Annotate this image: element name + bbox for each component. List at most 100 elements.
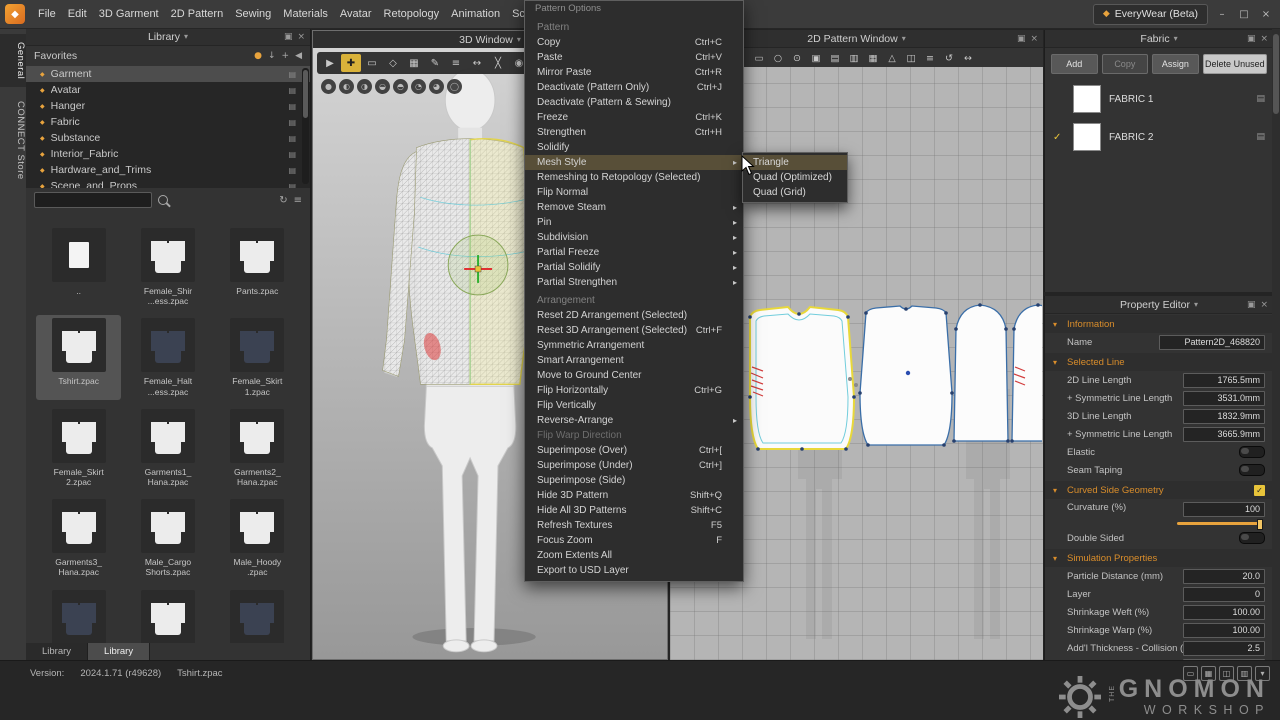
library-tree-item[interactable]: ◆ Hardware_and_Trims ▤ [26,162,310,178]
library-tree-item[interactable]: ◆ Interior_Fabric ▤ [26,146,310,162]
context-menu-item[interactable]: Reverse-Arrange ▸ [525,413,743,428]
context-menu-item[interactable]: Export to USD Layer ▸ [525,563,743,578]
item-options-icon[interactable]: ▤ [288,86,296,95]
library-item[interactable]: Male_Hoody .zpac [215,496,300,580]
menubar-item[interactable]: Edit [62,0,93,28]
view-mode-icon[interactable]: ◯ [447,79,462,94]
context-menu-item[interactable]: Strengthen Ctrl+H ▸ [525,125,743,140]
property-row[interactable]: Curvature (%) 100 ✓ [1045,499,1273,529]
back-icon[interactable]: ◀ [295,51,302,61]
context-menu-item[interactable]: Paste Ctrl+V ▸ [525,50,743,65]
item-options-icon[interactable]: ▤ [288,102,296,111]
property-row[interactable]: Name Pattern2D_468820 ✓ [1045,333,1273,351]
context-menu-item[interactable]: Superimpose (Under) Ctrl+] ▸ [525,458,743,473]
tool-icon[interactable]: ▤ [826,50,844,66]
pattern-piece-back[interactable] [858,306,954,447]
library-tree-item[interactable]: ◆ Garment ▤ [26,66,310,82]
item-options-icon[interactable]: ▤ [288,118,296,127]
library-item[interactable]: Female_Halt ...ess.zpac [125,315,210,399]
checkbox[interactable]: ✓ [1254,485,1265,496]
item-options-icon[interactable]: ▤ [288,150,296,159]
tool-icon[interactable]: ↔ [467,54,487,72]
tool-icon[interactable]: ◫ [902,50,920,66]
property-value[interactable]: 100.00 [1183,623,1265,638]
library-item[interactable]: .. [36,225,121,309]
tool-icon[interactable]: ⊙ [788,50,806,66]
download-icon[interactable]: ↓ [268,51,276,61]
library-item[interactable]: Garments2_ Hana.zpac [215,406,300,490]
context-menu-item[interactable]: Partial Freeze ▸ [525,245,743,260]
library-item[interactable]: Garments3_ Hana.zpac [36,496,121,580]
view-mode-icon[interactable]: ◓ [393,79,408,94]
context-menu-item[interactable]: Flip Vertically ▸ [525,398,743,413]
search-input[interactable] [34,192,152,208]
context-menu-item[interactable]: Focus Zoom F ▸ [525,533,743,548]
tool-icon[interactable]: ▶ [320,54,340,72]
library-tab[interactable]: Library [26,643,88,660]
context-menu-item[interactable]: Superimpose (Side) ▸ [525,473,743,488]
property-row[interactable]: + Symmetric Line Length 3665.9mm ✓ [1045,425,1273,443]
property-value[interactable]: 20.0 [1183,569,1265,584]
library-tree-item[interactable]: ◆ Hanger ▤ [26,98,310,114]
toggle[interactable] [1239,532,1265,544]
tool-icon[interactable]: ▥ [845,50,863,66]
view-mode-icon[interactable]: ◒ [375,79,390,94]
library-item[interactable]: Female_Skirt 1.zpac [215,315,300,399]
context-menu-item[interactable]: Hide 3D Pattern Shift+Q ▸ [525,488,743,503]
maximize-button[interactable]: □ [1236,9,1252,20]
property-row[interactable]: Simulation Properties ✓ [1045,549,1273,567]
context-menu-item[interactable]: Mirror Paste Ctrl+R ▸ [525,65,743,80]
context-menu-item[interactable]: Smart Arrangement ▸ [525,353,743,368]
view-mode-icon[interactable]: ◐ [339,79,354,94]
dock-icon[interactable]: ▣ [1017,34,1026,44]
property-row[interactable]: Particle Distance (mm) 20.0 ✓ [1045,567,1273,585]
view-mode-icon[interactable]: ◑ [357,79,372,94]
fabric-options-icon[interactable]: ▤ [1256,94,1265,104]
submenu-item[interactable]: Quad (Grid) [743,185,847,200]
property-row[interactable]: Shrinkage Warp (%) 100.00 ✓ [1045,621,1273,639]
library-item[interactable]: Garments1_ Hana.zpac [125,406,210,490]
tool-icon[interactable]: ↺ [940,50,958,66]
fabric-options-icon[interactable]: ▤ [1256,132,1265,142]
toggle[interactable] [1239,464,1265,476]
dock-icon[interactable]: ▣ [1247,300,1256,310]
context-menu-item[interactable]: Remeshing to Retopology (Selected) ▸ [525,170,743,185]
property-row[interactable]: Layer 0 ✓ [1045,585,1273,603]
view-mode-icon[interactable]: ◔ [411,79,426,94]
context-menu-item[interactable]: Hide All 3D Patterns Shift+C ▸ [525,503,743,518]
fabric-item[interactable]: ✓ FABRIC 2 ▤ [1045,118,1273,156]
property-value[interactable]: Pattern2D_468820 [1159,335,1265,350]
tool-icon[interactable]: ▦ [404,54,424,72]
library-item[interactable]: Male_Cargo Shorts.zpac [125,496,210,580]
tool-icon[interactable]: ▭ [362,54,382,72]
context-menu-item[interactable]: Solidify ▸ [525,140,743,155]
view-mode-icon[interactable]: ◕ [429,79,444,94]
context-menu-item[interactable]: Reset 3D Arrangement (Selected) Ctrl+F ▸ [525,323,743,338]
dock-icon[interactable]: ▣ [1247,34,1256,44]
property-row[interactable]: Double Sided ✓ [1045,529,1273,547]
context-menu-item[interactable]: Subdivision ▸ [525,230,743,245]
context-menu-item[interactable]: Flip Warp Direction ▸ [525,428,743,443]
property-row[interactable]: Shrinkage Weft (%) 100.00 ✓ [1045,603,1273,621]
context-menu-item[interactable]: Copy Ctrl+C ▸ [525,35,743,50]
property-value[interactable]: 100 [1183,502,1265,517]
tool-icon[interactable]: ▦ [864,50,882,66]
dock-icon[interactable]: ▣ [284,32,293,42]
fabric-item[interactable]: ✓ FABRIC 1 ▤ [1045,80,1273,118]
library-tree-item[interactable]: ◆ Scene_and_Props ▤ [26,178,310,188]
fabric-action-button[interactable]: Copy [1102,54,1149,74]
fabric-swatch[interactable] [1073,85,1101,113]
context-menu-item[interactable]: Flip Normal ▸ [525,185,743,200]
view-mode-icon[interactable]: ● [321,79,336,94]
close-icon[interactable]: × [1030,34,1038,44]
app-mode-button[interactable]: ◆ EveryWear (Beta) [1093,4,1208,25]
library-item[interactable]: Female_Shir ...ess.zpac [125,225,210,309]
context-menu-item[interactable]: Remove Steam ▸ [525,200,743,215]
submenu-item[interactable]: Triangle [743,155,847,170]
property-value[interactable]: 1765.5mm [1183,373,1265,388]
add-favorite-icon[interactable]: + [282,51,290,61]
tool-icon[interactable]: △ [883,50,901,66]
property-value[interactable]: 2.5 [1183,641,1265,656]
library-item[interactable]: Male_Padde.. [125,587,210,644]
close-icon[interactable]: × [297,32,305,42]
